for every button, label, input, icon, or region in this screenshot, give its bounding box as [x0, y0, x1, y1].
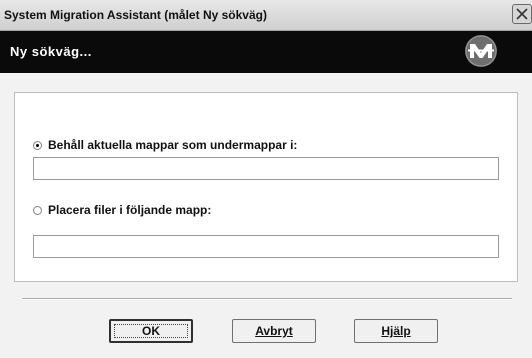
- place-files-label: Placera filer i följande mapp:: [48, 203, 212, 217]
- title-bar[interactable]: System Migration Assistant (målet Ny sök…: [0, 0, 532, 31]
- sma-logo-icon: [465, 35, 497, 67]
- migration-dialog: System Migration Assistant (målet Ny sök…: [0, 0, 532, 358]
- keep-folders-label: Behåll aktuella mappar som undermappar i…: [48, 138, 298, 152]
- keep-folders-radio[interactable]: [33, 140, 42, 150]
- keep-folders-path-input[interactable]: [33, 157, 499, 180]
- dialog-header: Ny sökväg...: [0, 31, 532, 73]
- help-button-label: Hjälp: [381, 324, 411, 338]
- cancel-button[interactable]: Avbryt: [232, 319, 316, 343]
- keep-folders-option[interactable]: Behåll aktuella mappar som undermappar i…: [33, 137, 297, 153]
- help-button[interactable]: Hjälp: [354, 319, 438, 343]
- place-files-path-input[interactable]: [33, 235, 499, 258]
- place-files-option[interactable]: Placera filer i följande mapp:: [33, 202, 211, 218]
- close-button[interactable]: [512, 4, 532, 24]
- header-title: Ny sökväg...: [10, 44, 92, 59]
- ok-button[interactable]: OK: [109, 319, 193, 343]
- cancel-button-label: Avbryt: [255, 324, 293, 338]
- path-options-panel: Behåll aktuella mappar som undermappar i…: [14, 92, 518, 282]
- place-files-radio[interactable]: [33, 205, 42, 215]
- close-icon: [516, 8, 528, 20]
- button-separator: [22, 298, 512, 300]
- ok-button-label: OK: [142, 324, 160, 338]
- window-title: System Migration Assistant (målet Ny sök…: [4, 8, 267, 22]
